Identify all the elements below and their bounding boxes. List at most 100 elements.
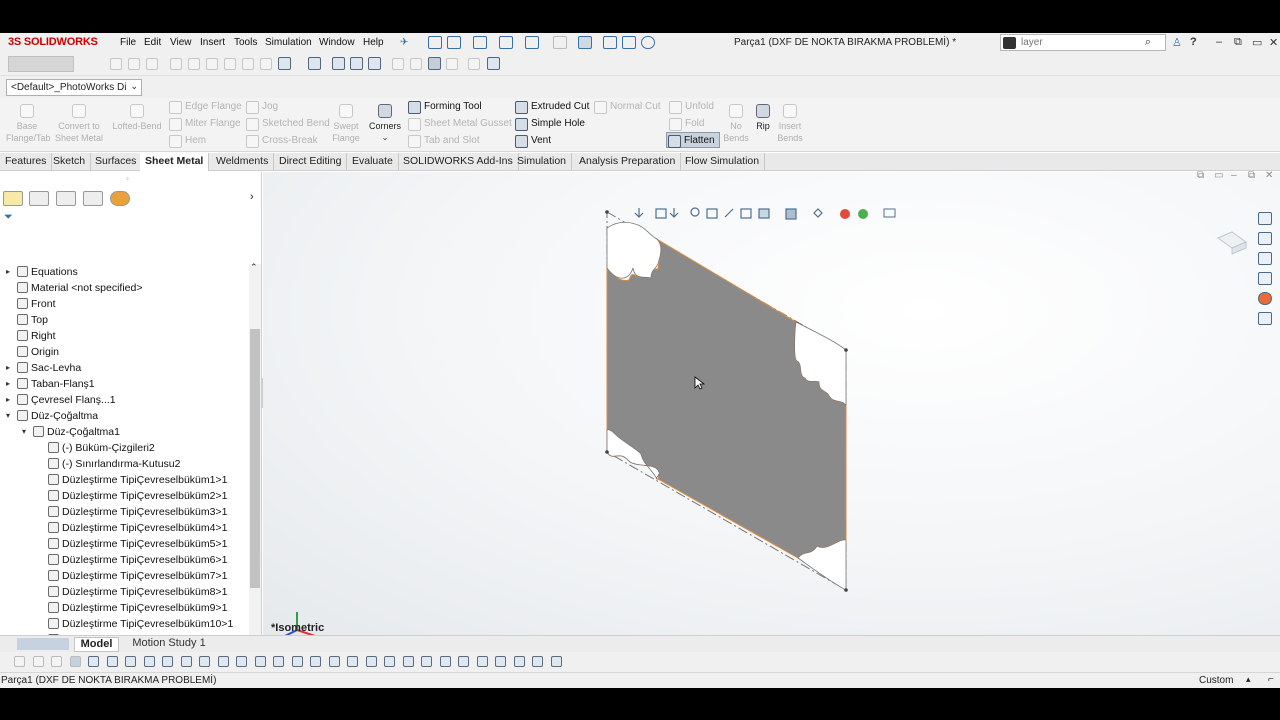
sketch-tool-icon[interactable] — [254, 656, 266, 667]
sketch-tool-icon[interactable] — [217, 656, 229, 667]
rebuild-icon[interactable] — [603, 36, 617, 49]
expand-arrow-icon[interactable]: ▸ — [6, 360, 10, 376]
sketch-tool-icon[interactable] — [402, 656, 414, 667]
tab-model[interactable]: Model — [74, 637, 119, 652]
tree-item[interactable]: Düzleştirme TipiÇevreselbüküm8>1 — [48, 584, 227, 600]
tree-item[interactable]: Düzleştirme TipiÇevreselbüküm10>1 — [48, 616, 233, 632]
sketch-tool-icon[interactable] — [199, 656, 210, 667]
open-icon[interactable] — [473, 36, 487, 49]
task-pane-file-explorer-icon[interactable] — [1258, 272, 1272, 285]
configuration-select[interactable]: <Default>_PhotoWorks Di ⌄ — [6, 79, 142, 96]
chevron-up-icon[interactable]: ▴ — [1246, 674, 1251, 685]
minimize-icon[interactable]: – — [1216, 36, 1222, 48]
pin-icon[interactable]: ✈ — [400, 37, 408, 48]
disabled-combo[interactable] — [8, 56, 74, 72]
user-icon[interactable]: ♙ — [1172, 36, 1182, 49]
sketch-tool-icon[interactable] — [347, 656, 358, 667]
rip-button[interactable]: Rip — [752, 104, 774, 132]
toolbar-icon-18[interactable] — [446, 58, 458, 70]
panel-grip-icon[interactable]: ◦ — [126, 174, 129, 183]
task-pane-resources-icon[interactable] — [1258, 232, 1272, 245]
search-commands-icon[interactable] — [1003, 37, 1016, 49]
collapse-arrow-icon[interactable]: ▾ — [22, 424, 26, 440]
sketch-tool-icon[interactable] — [143, 656, 155, 667]
swept-flange-button[interactable]: Swept Flange — [330, 104, 362, 144]
feature-manager-tab-icon[interactable] — [3, 191, 23, 206]
sketch-tool-icon[interactable] — [384, 656, 395, 667]
tree-item[interactable]: (-) Sınırlandırma-Kutusu2 — [48, 456, 180, 472]
viewport-close-icon[interactable]: ✕ — [1265, 170, 1273, 181]
toolbar-icon-19[interactable] — [468, 58, 480, 70]
sketch-tool-icon[interactable] — [162, 656, 173, 667]
filter-icon[interactable]: ⏷ — [4, 211, 13, 224]
tab-solidworks-add-ins[interactable]: SOLIDWORKS Add-Ins — [398, 153, 519, 171]
toolbar-icon-10[interactable] — [278, 57, 291, 70]
task-pane-appearances-icon[interactable] — [1258, 292, 1272, 305]
tree-item[interactable]: ▾ Düz-Çoğaltma — [6, 408, 98, 424]
no-bends-button[interactable]: No Bends — [722, 104, 750, 144]
sketch-tool-icon[interactable] — [291, 656, 303, 667]
toolbar-icon-12[interactable] — [332, 57, 345, 70]
sketch-tool-icon[interactable] — [14, 656, 25, 667]
toolbar-icon-13[interactable] — [350, 57, 363, 70]
tree-scrollbar[interactable]: ⌃⌄ — [249, 262, 261, 647]
viewport-maximize-icon[interactable]: ⧉ — [1248, 170, 1255, 181]
nav-arrows-icon[interactable] — [17, 638, 69, 650]
sketch-tool-icon[interactable] — [51, 656, 62, 667]
save-icon[interactable] — [499, 36, 513, 49]
display-manager-tab-icon[interactable] — [110, 191, 130, 206]
flatten-button[interactable]: Flatten — [666, 132, 720, 148]
tree-item[interactable]: ▸ Sac-Levha — [6, 360, 81, 376]
menu-help[interactable]: Help — [363, 37, 384, 48]
close-icon[interactable]: ✕ — [1269, 36, 1278, 49]
jog-button[interactable]: Jog — [245, 99, 278, 115]
sketch-tool-icon[interactable] — [421, 656, 432, 667]
menu-simulation[interactable]: Simulation — [265, 37, 312, 48]
menu-tools[interactable]: Tools — [234, 37, 257, 48]
sketch-tool-icon[interactable] — [310, 656, 321, 667]
tree-item[interactable]: Düzleştirme TipiÇevreselbüküm1>1 — [48, 472, 227, 488]
menu-insert[interactable]: Insert — [200, 37, 225, 48]
sketch-tool-icon[interactable] — [32, 656, 44, 667]
sketch-tool-icon[interactable] — [458, 656, 469, 667]
menu-file[interactable]: File — [120, 37, 136, 48]
tab-weldments[interactable]: Weldments — [211, 153, 275, 171]
extruded-cut-button[interactable]: Extruded Cut — [514, 99, 589, 115]
toolbar-icon-14[interactable] — [368, 57, 381, 70]
cross-break-button[interactable]: Cross-Break — [245, 133, 318, 149]
tree-item[interactable]: Origin — [17, 344, 59, 360]
status-resize-icon[interactable]: ⌐ — [1268, 674, 1274, 685]
select-icon[interactable] — [578, 36, 592, 49]
expand-arrow-icon[interactable]: ▸ — [6, 376, 10, 392]
sketch-tool-icon[interactable] — [439, 656, 451, 667]
graphics-area[interactable]: *Isometric ⧉ ▭ – ⧉ ✕ — [263, 170, 1280, 635]
toolbar-icon-5[interactable] — [188, 58, 200, 70]
toolbar-icon-16[interactable] — [410, 58, 422, 70]
hem-button[interactable]: Hem — [168, 133, 206, 149]
toolbar-icon-8[interactable] — [242, 58, 254, 70]
view-cube-icon[interactable] — [1216, 231, 1248, 255]
task-pane-home-icon[interactable] — [1258, 212, 1272, 225]
search-icon[interactable]: ⌕ — [1145, 36, 1151, 49]
toolbar-icon-1[interactable] — [110, 58, 122, 70]
toolbar-icon-4[interactable] — [170, 58, 182, 70]
undo-icon[interactable] — [553, 36, 567, 49]
restore-icon[interactable]: ⧉ — [1234, 36, 1242, 49]
tree-item[interactable]: Düzleştirme TipiÇevreselbüküm7>1 — [48, 568, 227, 584]
property-manager-tab-icon[interactable] — [29, 191, 49, 206]
vent-button[interactable]: Vent — [514, 133, 551, 149]
sheet-metal-part[interactable] — [605, 210, 848, 592]
toolbar-icon-17[interactable] — [428, 57, 441, 70]
normal-cut-button[interactable]: Normal Cut — [593, 99, 661, 115]
expand-arrow-icon[interactable]: ▸ — [6, 392, 10, 408]
tree-item[interactable]: Material <not specified> — [17, 280, 142, 296]
tab-and-slot-button[interactable]: Tab and Slot — [407, 133, 480, 149]
base-flange-button[interactable]: Base Flange/Tab — [6, 104, 51, 144]
viewport-tile-icon[interactable]: ▭ — [1214, 170, 1223, 181]
sketch-tool-icon[interactable] — [106, 656, 118, 667]
heads-up-view-toolbar[interactable] — [634, 207, 896, 220]
corners-button[interactable]: Corners ⌄ — [367, 104, 403, 144]
toolbar-icon-11[interactable] — [308, 57, 321, 70]
print-icon[interactable] — [525, 36, 539, 49]
sketch-tool-icon[interactable] — [328, 656, 340, 667]
